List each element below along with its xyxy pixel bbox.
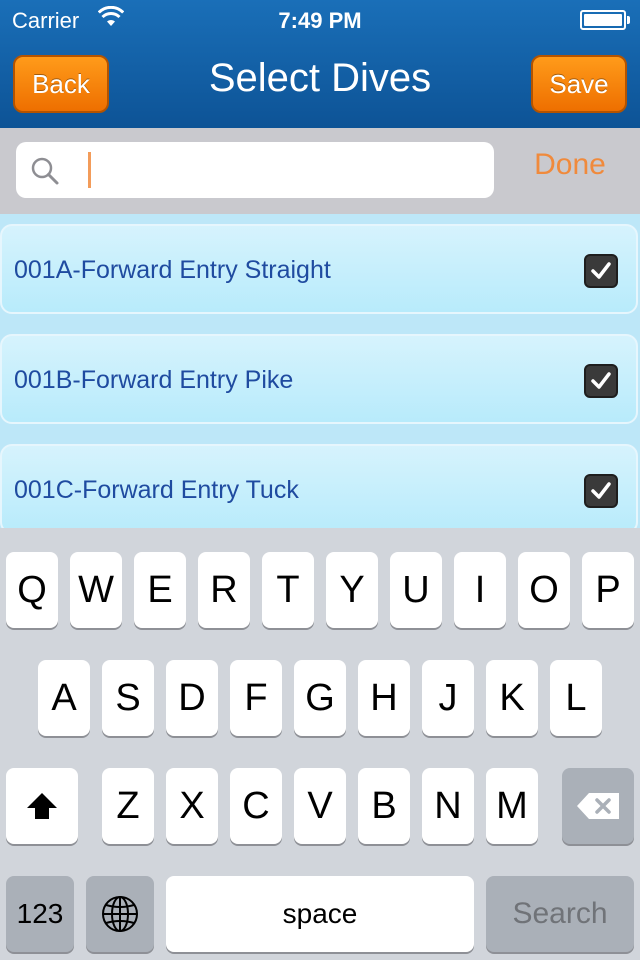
- key-d[interactable]: D: [166, 660, 218, 736]
- key-g[interactable]: G: [294, 660, 346, 736]
- key-f[interactable]: F: [230, 660, 282, 736]
- save-button[interactable]: Save: [531, 55, 627, 113]
- list-item[interactable]: 001B-Forward Entry Pike: [0, 334, 638, 424]
- text-caret: [88, 152, 91, 188]
- key-h[interactable]: H: [358, 660, 410, 736]
- key-n[interactable]: N: [422, 768, 474, 844]
- key-c[interactable]: C: [230, 768, 282, 844]
- search-bar: Done: [0, 128, 640, 214]
- key-o[interactable]: O: [518, 552, 570, 628]
- space-key[interactable]: space: [166, 876, 474, 952]
- globe-key[interactable]: [86, 876, 154, 952]
- clock: 7:49 PM: [278, 8, 362, 33]
- shift-icon: [27, 793, 57, 819]
- key-s[interactable]: S: [102, 660, 154, 736]
- list-item[interactable]: 001A-Forward Entry Straight: [0, 224, 638, 314]
- key-i[interactable]: I: [454, 552, 506, 628]
- checkmark-icon: [591, 262, 611, 279]
- status-bar: Carrier 7:49 PM: [0, 0, 640, 40]
- backspace-icon: [577, 793, 619, 819]
- checkmark-icon: [591, 482, 611, 499]
- key-p[interactable]: P: [582, 552, 634, 628]
- key-x[interactable]: X: [166, 768, 218, 844]
- key-w[interactable]: W: [70, 552, 122, 628]
- backspace-key[interactable]: [562, 768, 634, 844]
- checkmark-icon: [591, 372, 611, 389]
- key-b[interactable]: B: [358, 768, 410, 844]
- search-input[interactable]: [94, 142, 484, 198]
- search-key[interactable]: Search: [486, 876, 634, 952]
- key-m[interactable]: M: [486, 768, 538, 844]
- back-button[interactable]: Back: [13, 55, 109, 113]
- key-u[interactable]: U: [390, 552, 442, 628]
- page-title: Select Dives: [208, 56, 432, 100]
- checkbox-checked[interactable]: [584, 474, 618, 508]
- globe-icon: [102, 896, 138, 932]
- key-j[interactable]: J: [422, 660, 474, 736]
- dive-label: 001B-Forward Entry Pike: [14, 366, 294, 394]
- dive-list: 001A-Forward Entry Straight 001B-Forward…: [0, 214, 640, 528]
- search-icon: [30, 156, 60, 186]
- key-y[interactable]: Y: [326, 552, 378, 628]
- dive-label: 001C-Forward Entry Tuck: [14, 476, 299, 504]
- list-item[interactable]: 001C-Forward Entry Tuck: [0, 444, 638, 528]
- numbers-key[interactable]: 123: [6, 876, 74, 952]
- key-t[interactable]: T: [262, 552, 314, 628]
- key-a[interactable]: A: [38, 660, 90, 736]
- key-r[interactable]: R: [198, 552, 250, 628]
- done-button[interactable]: Done: [512, 148, 628, 192]
- key-q[interactable]: Q: [6, 552, 58, 628]
- top-bar: Carrier 7:49 PM Back Select Dives Save: [0, 0, 640, 128]
- key-l[interactable]: L: [550, 660, 602, 736]
- key-k[interactable]: K: [486, 660, 538, 736]
- checkbox-checked[interactable]: [584, 364, 618, 398]
- checkbox-checked[interactable]: [584, 254, 618, 288]
- shift-key[interactable]: [6, 768, 78, 844]
- key-z[interactable]: Z: [102, 768, 154, 844]
- key-e[interactable]: E: [134, 552, 186, 628]
- search-field[interactable]: [16, 142, 494, 198]
- battery-icon: [580, 10, 630, 30]
- dive-label: 001A-Forward Entry Straight: [14, 256, 331, 284]
- key-v[interactable]: V: [294, 768, 346, 844]
- keyboard: Q W E R T Y U I O P A S D F G H J K L Z …: [0, 528, 640, 960]
